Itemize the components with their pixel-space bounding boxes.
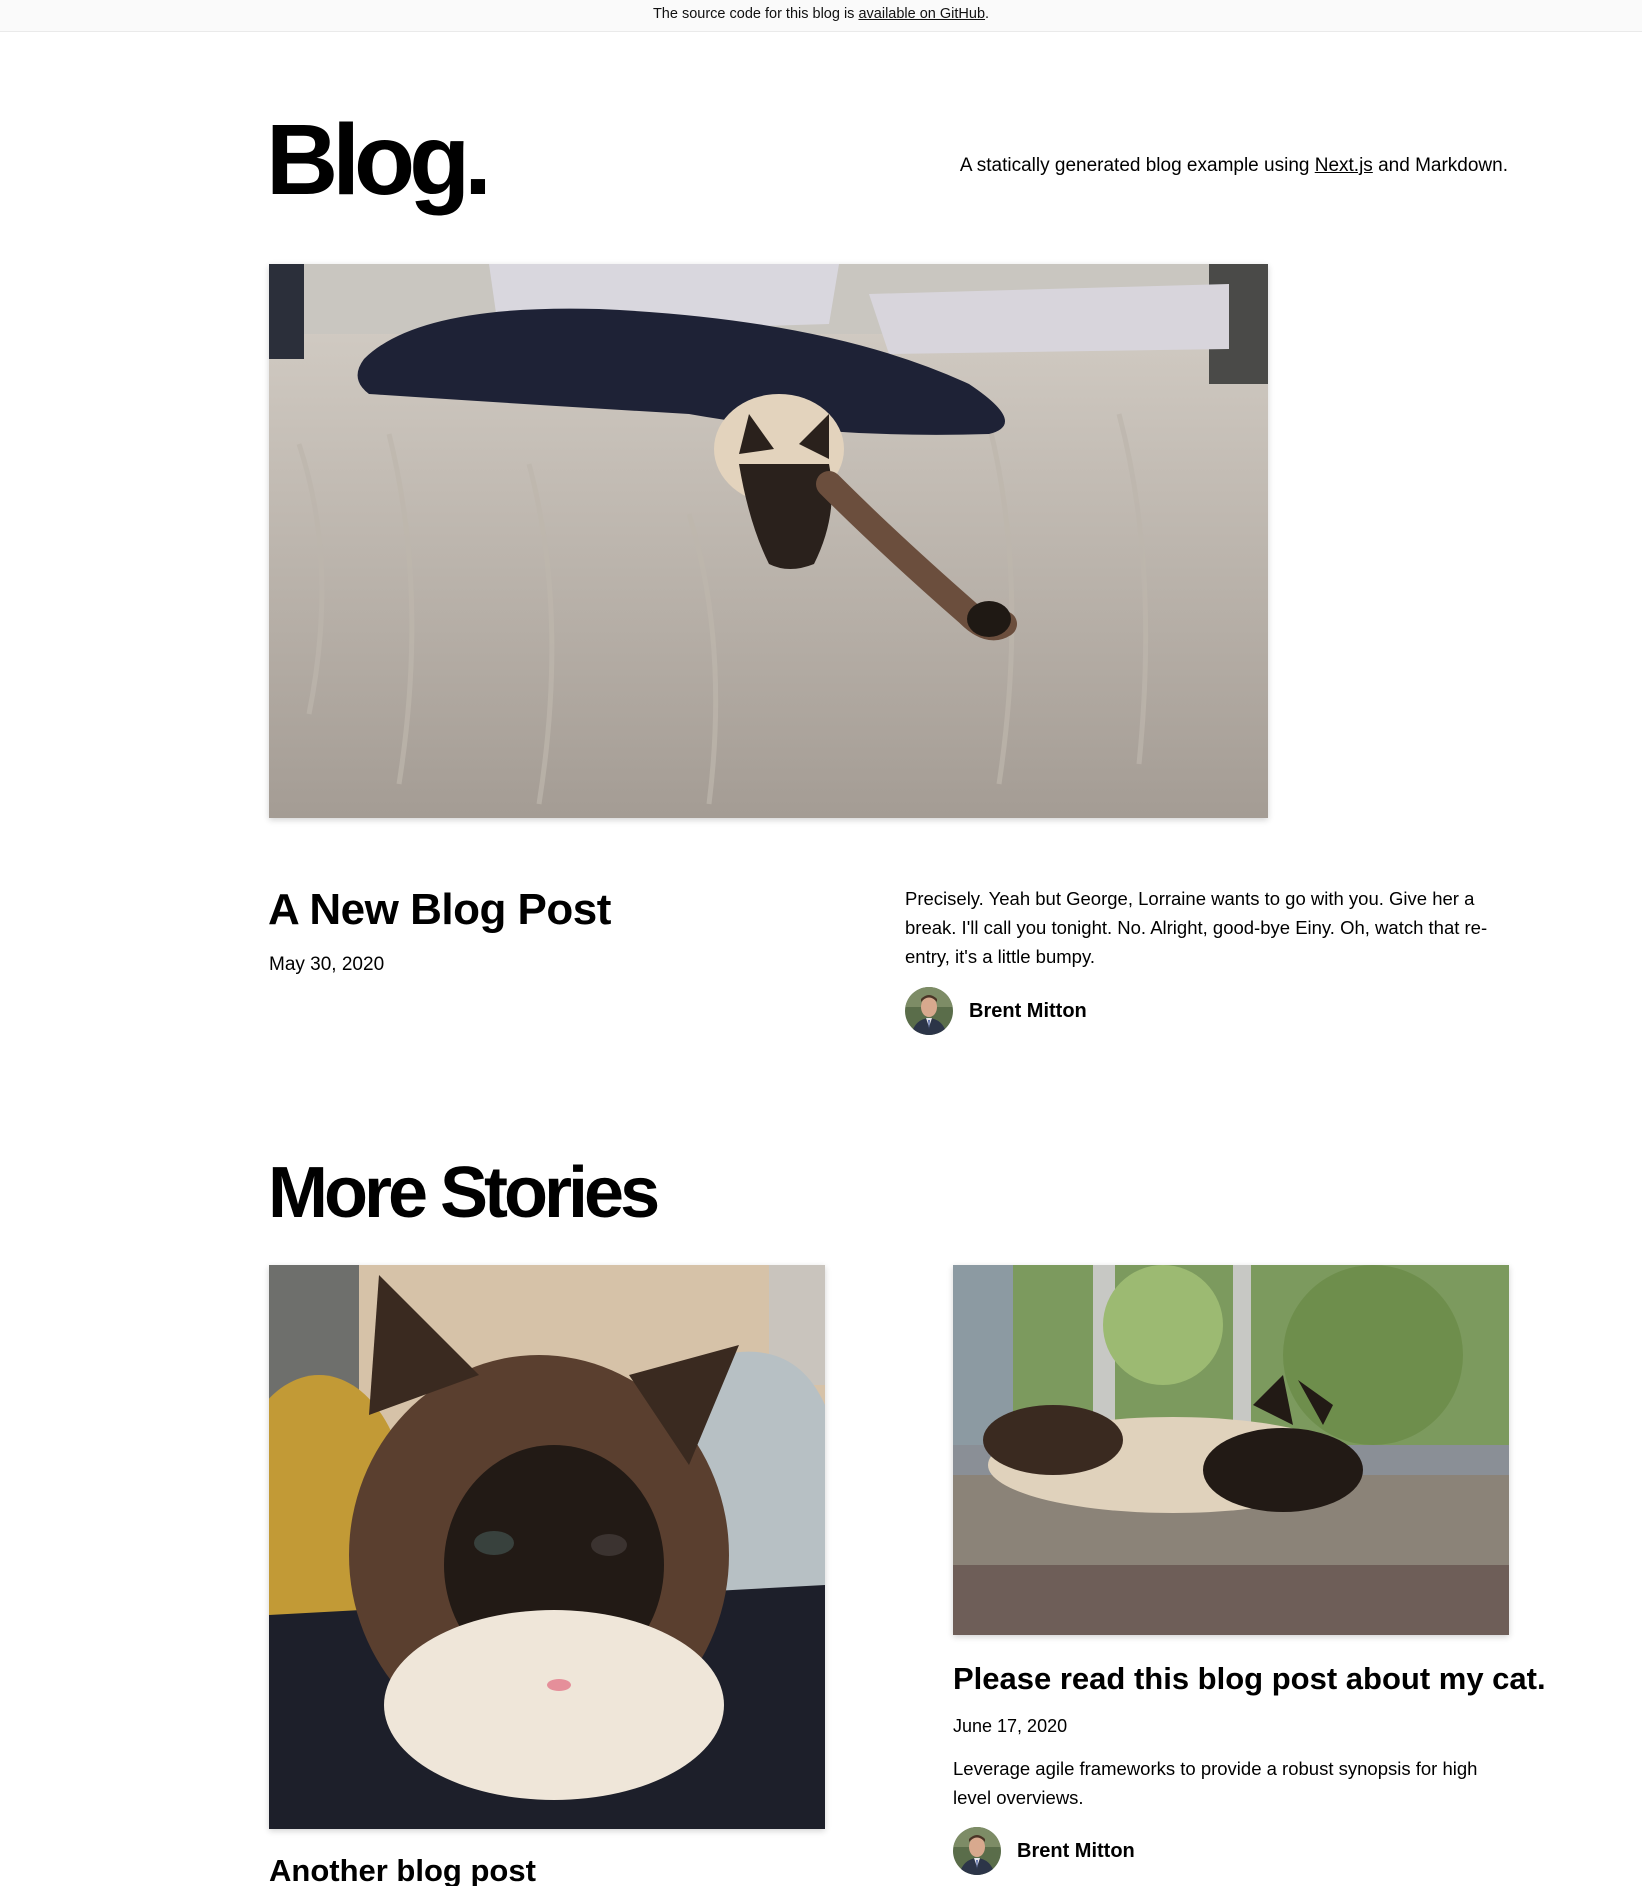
author-portrait [905,987,953,1035]
author-portrait [953,1827,1001,1875]
post-title[interactable]: Please read this blog post about my cat. [953,1659,1546,1699]
post-cover-image[interactable] [953,1265,1509,1635]
hero-post-title[interactable]: A New Blog Post [268,880,611,940]
cat-on-bed-photo [269,264,1268,818]
author-name: Brent Mitton [1017,1839,1135,1862]
author-name: Brent Mitton [969,999,1087,1022]
banner-suffix: . [985,6,990,22]
description-text: A statically generated blog example usin… [959,155,1315,176]
description-suffix: and Markdown. [1372,155,1508,176]
site-title[interactable]: Blog. [266,100,492,220]
banner-text: The source code for this blog is [652,6,859,22]
source-code-banner: The source code for this blog is availab… [0,0,1642,32]
hero-cover-image[interactable] [269,264,1268,818]
cat-on-rug-photo [953,1265,1509,1635]
cat-portrait-photo [269,1265,825,1829]
nextjs-link[interactable]: Next.js [1315,155,1373,176]
hero-author: Brent Mitton [905,987,1087,1035]
post-date: June 17, 2020 [953,1716,1068,1736]
author-avatar [953,1827,1001,1875]
hero-post-date: May 30, 2020 [269,954,385,975]
hero-post-excerpt: Precisely. Yeah but George, Lorraine wan… [905,888,1488,967]
site-description: A statically generated blog example usin… [960,152,1508,180]
github-link[interactable]: available on GitHub [858,6,985,22]
more-stories-heading: More Stories [268,1153,660,1233]
author-avatar [905,987,953,1035]
post-excerpt: Leverage agile frameworks to provide a r… [953,1758,1478,1808]
post-author: Brent Mitton [953,1827,1135,1875]
post-cover-image[interactable] [269,1265,825,1829]
post-title[interactable]: Another blog post [269,1851,536,1886]
